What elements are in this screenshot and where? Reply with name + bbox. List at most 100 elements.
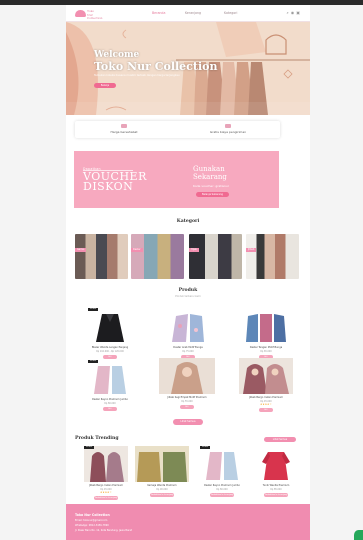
- product-price: Rp 85.000: [270, 488, 282, 491]
- product-image[interactable]: [159, 358, 215, 394]
- category-card-jilbab[interactable]: Jilbab: [246, 234, 299, 279]
- kategori-title: Kategori: [176, 219, 200, 224]
- product-badge: Terlaris: [88, 308, 98, 311]
- product-image[interactable]: [166, 308, 210, 344]
- product-name: Tunik Wanita Premium: [262, 484, 290, 487]
- product-name: Daster Rayon Premium Jumbo: [92, 398, 128, 401]
- product-card[interactable]: Terlaris Daster Rayon Premium Jumbo Rp 8…: [82, 360, 138, 411]
- add-to-cart-button[interactable]: Tambahkan ke keranjang: [264, 493, 288, 497]
- feature-label: Gratis biaya pengiriman: [209, 130, 247, 134]
- product-price: Rp 110.000 - Rp 120.000: [96, 350, 124, 353]
- product-badge: Terlaris: [84, 446, 94, 449]
- voucher-shop-button[interactable]: Belanja Sekarang: [196, 192, 229, 197]
- product-image[interactable]: Terlaris: [88, 308, 132, 344]
- rating-stars: ★★★★☆: [100, 491, 112, 494]
- product-image[interactable]: Terlaris: [88, 360, 132, 396]
- product-image[interactable]: [254, 446, 298, 482]
- rating-stars: ★★★★☆: [260, 403, 272, 406]
- product-name: Blazer Wanita Lengan Panjang: [91, 346, 129, 349]
- voucher-banner: Dapatkan VOUCHER DISKON Gunakan Sekarang…: [74, 151, 279, 208]
- whatsapp-chat-icon[interactable]: [354, 530, 363, 540]
- footer-brand: Toko Nur Collection: [75, 513, 110, 517]
- product-name: Daster Tangan Motif Bunga: [249, 346, 283, 349]
- top-navbar: Toko Nur Collection Beranda Keranjang Kat…: [66, 5, 310, 22]
- product-price: Rp 90.000: [156, 488, 168, 491]
- hero-welcome: Welcome: [94, 50, 140, 60]
- footer-address: Jl. Pasar Baru No. 12, Kota Bandung, Jaw…: [75, 529, 132, 532]
- add-to-cart-button[interactable]: Tambahkan ke keranjang: [150, 493, 174, 497]
- brand-line2: Nur Collection: [87, 12, 103, 20]
- product-name: Daster Arab Motif Bunga: [173, 346, 203, 349]
- category-card-daster[interactable]: Daster: [131, 234, 184, 279]
- product-buy-button[interactable]: Beli: [103, 407, 117, 411]
- add-to-cart-button[interactable]: Tambahkan ke keranjang: [210, 493, 234, 497]
- product-card[interactable]: Jilbab Segi Empat Motif Premium Rp 55.00…: [156, 358, 218, 409]
- brand-logo[interactable]: Toko Nur Collection: [75, 9, 103, 21]
- product-name: Jilbab Bergo Instan Premium: [249, 396, 283, 399]
- cloud-logo-icon: [75, 10, 86, 17]
- footer-phone[interactable]: WhatsApp: 0812-3456-7890: [75, 524, 109, 527]
- product-image[interactable]: [244, 308, 288, 344]
- voucher-code: Kode voucher: gratisnur: [193, 184, 229, 188]
- nav-link-kategori[interactable]: Kategori: [224, 11, 237, 15]
- trending-more-button[interactable]: Lihat Semua: [264, 437, 296, 442]
- product-card[interactable]: Daster Tangan Motif Bunga Rp 65.000 Beli: [238, 308, 294, 359]
- category-label: Gamis: [75, 248, 87, 252]
- category-card-gamis[interactable]: Gamis: [75, 234, 128, 279]
- category-label: Daster: [131, 248, 143, 252]
- nav-link-beranda[interactable]: Beranda: [152, 11, 165, 15]
- footer-email[interactable]: Email: tokonur@gmail.com: [75, 519, 107, 522]
- trending-card[interactable]: Terlaris Jilbab Bergo Instan Premium Rp …: [78, 446, 134, 500]
- product-badge: Terlaris: [88, 360, 98, 363]
- produk-title: Produk: [178, 288, 198, 293]
- cart-icon[interactable]: ▣: [296, 10, 302, 15]
- trending-card[interactable]: Terlaris Daster Rayon Premium Jumbo Rp 8…: [194, 446, 250, 497]
- product-price: Rp 80.000: [216, 488, 228, 491]
- product-badge: Terlaris: [200, 446, 210, 449]
- delivery-icon: [225, 124, 231, 128]
- category-label: Hijab: [189, 248, 199, 252]
- trending-card[interactable]: Kemeja Wanita Premium Rp 90.000 Tambahka…: [132, 446, 192, 497]
- brand-name: Toko Nur Collection: [87, 9, 103, 21]
- voucher-heading-2: DISKON: [83, 180, 134, 193]
- shop-icon: [121, 124, 127, 128]
- nav-link-keranjang[interactable]: Keranjang: [185, 11, 201, 15]
- product-buy-button[interactable]: Beli: [259, 408, 273, 412]
- product-buy-button[interactable]: Beli: [180, 405, 194, 409]
- product-card[interactable]: Daster Arab Motif Bunga Rp 75.000 Beli: [160, 308, 216, 359]
- trending-title: Produk Trending: [75, 436, 119, 441]
- hero-banner: Welcome Toko Nur Collection Temukan kole…: [66, 22, 310, 115]
- product-card[interactable]: Jilbab Bergo Instan Premium Rp 45.000 ★★…: [236, 358, 296, 412]
- produk-subtitle: Produk terbaru kami: [175, 295, 201, 298]
- storefront-page: Toko Nur Collection Beranda Keranjang Kat…: [66, 5, 310, 540]
- hero-subtitle: Temukan koleksi busana muslim terbaik de…: [94, 74, 180, 77]
- product-price: Rp 55.000: [181, 400, 193, 403]
- add-to-cart-button[interactable]: Tambahkan ke keranjang: [94, 496, 118, 500]
- product-name: Kemeja Wanita Premium: [147, 484, 177, 487]
- product-image[interactable]: [239, 358, 293, 394]
- product-name: Jilbab Bergo Instan Premium: [89, 484, 123, 487]
- product-price: Rp 75.000: [182, 350, 194, 353]
- voucher-cta-1: Gunakan: [193, 165, 225, 173]
- lihat-semua-produk-button[interactable]: Lihat Semua: [173, 419, 203, 425]
- category-card-hijab[interactable]: Hijab: [189, 234, 242, 279]
- product-image[interactable]: [135, 446, 189, 482]
- feature-label: Harga bersahabat: [110, 130, 138, 134]
- product-card[interactable]: Terlaris Blazer Wanita Lengan Panjang Rp…: [82, 308, 138, 359]
- voucher-cta-2: Sekarang: [193, 173, 227, 181]
- hero-shop-button[interactable]: Belanja: [94, 83, 116, 88]
- product-price: Rp 80.000: [104, 402, 116, 405]
- product-price: Rp 65.000: [260, 350, 272, 353]
- trending-card[interactable]: Tunik Wanita Premium Rp 85.000 Tambahkan…: [248, 446, 304, 497]
- site-footer: Toko Nur Collection Email: tokonur@gmail…: [66, 504, 310, 540]
- hero-title: Toko Nur Collection: [94, 60, 218, 73]
- product-image[interactable]: Terlaris: [200, 446, 244, 482]
- feature-strip: Harga bersahabat Gratis biaya pengiriman: [75, 121, 280, 138]
- product-name: Daster Rayon Premium Jumbo: [204, 484, 240, 487]
- product-image[interactable]: Terlaris: [84, 446, 128, 482]
- product-buy-button[interactable]: Beli: [103, 355, 117, 359]
- category-label: Jilbab: [246, 248, 257, 252]
- product-name: Jilbab Segi Empat Motif Premium: [167, 396, 207, 399]
- nav-icons: ⌕◉▣: [286, 10, 302, 15]
- feature-item: Gratis biaya pengiriman: [193, 124, 263, 134]
